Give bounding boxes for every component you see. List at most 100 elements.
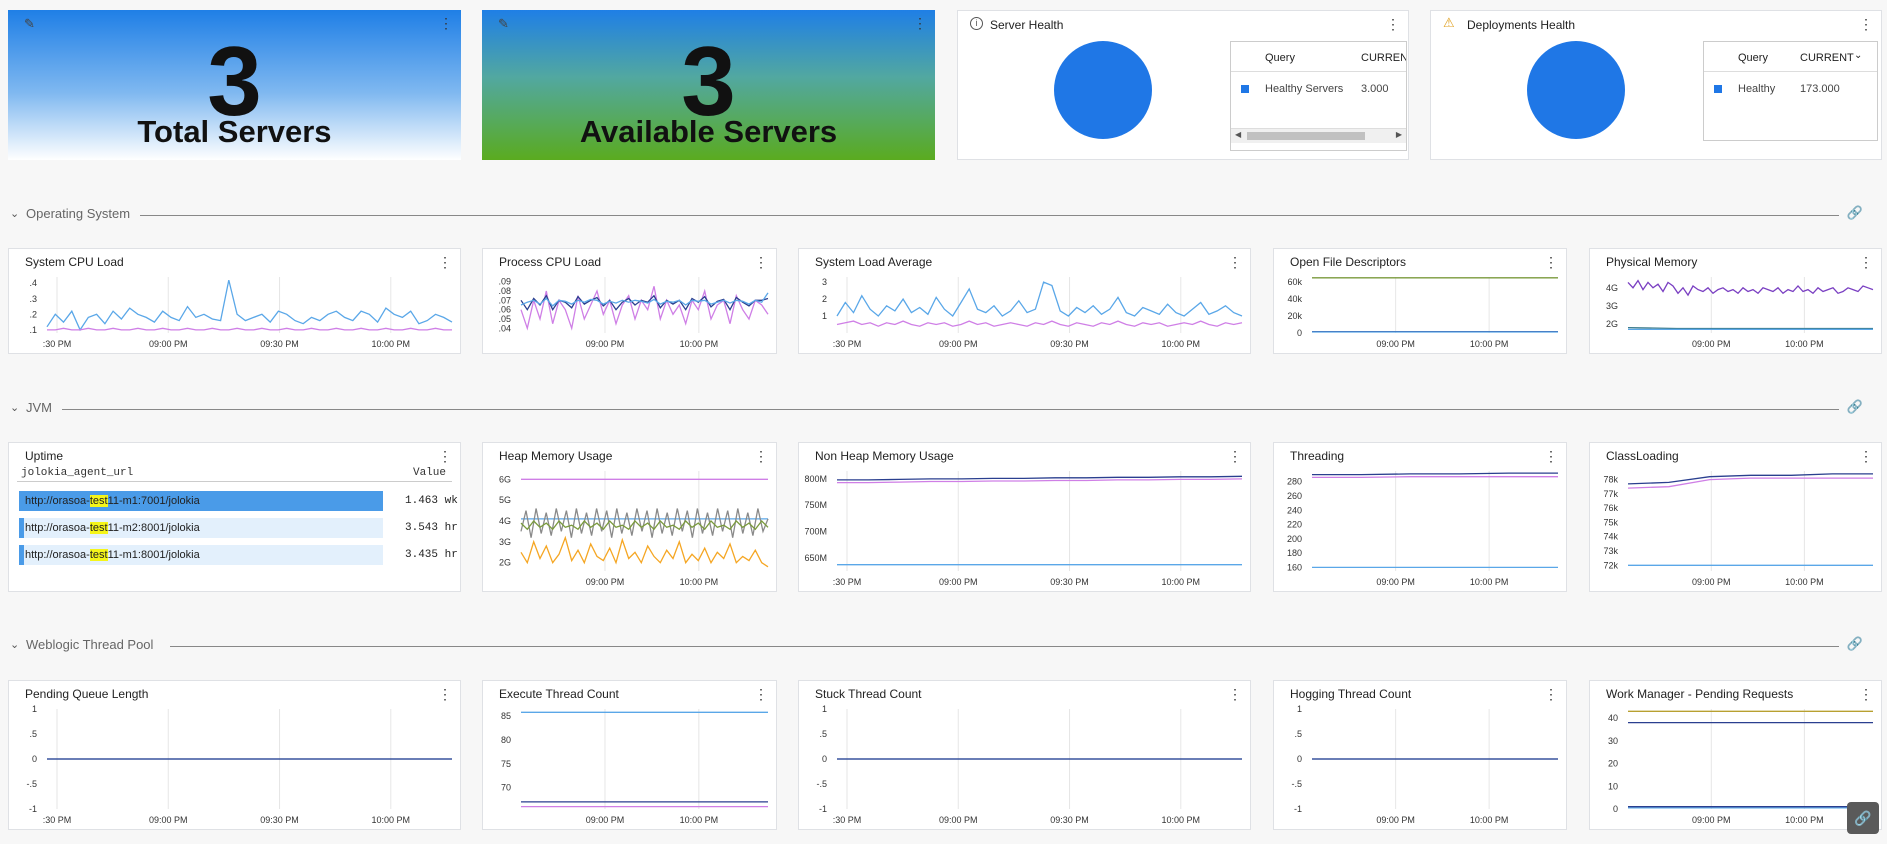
table-row[interactable]: http://orasoa-test11-m1:8001/jolokia 3.4…: [19, 545, 458, 565]
x-tick-label: 09:30 PM: [1050, 339, 1089, 349]
section-header-jvm[interactable]: ⌄ JVM 🔗: [0, 399, 1887, 419]
y-tick-label: 2G: [499, 558, 511, 568]
scroll-right-icon[interactable]: ▶: [1396, 130, 1402, 139]
y-tick-label: .2: [29, 309, 37, 319]
health-legend-table: Query CURRENT Healthy Servers 3.000 ◀ ▶: [1230, 41, 1407, 151]
info-icon: i: [970, 17, 983, 30]
y-tick-label: 74k: [1603, 532, 1618, 542]
x-tick-label: 09:30 PM: [260, 815, 299, 825]
section-title: JVM: [26, 400, 60, 415]
y-tick-label: 2: [822, 294, 827, 304]
more-menu-icon[interactable]: ⋮: [913, 16, 927, 30]
panel-open-file-descriptors: Open File Descriptors ⋮ 09:00 PM 10:00 PM 0 2…: [1273, 248, 1567, 354]
chart-svg: 09:00 PM 10:00 PM 2G 3G 4G 5G 6G: [499, 471, 769, 587]
panel-threading: Threading ⋮ 09:00 PM 10:00 PM 160 180 200 220 24…: [1273, 442, 1567, 592]
y-tick-label: .4: [29, 278, 37, 288]
y-tick-label: 160: [1287, 562, 1302, 572]
more-menu-icon[interactable]: ⋮: [438, 449, 452, 463]
legend-name: Healthy Servers: [1265, 83, 1344, 95]
scrollbar-thumb[interactable]: [1247, 132, 1365, 140]
link-icon[interactable]: 🔗: [1847, 636, 1863, 652]
scroll-left-icon[interactable]: ◀: [1235, 130, 1241, 139]
y-tick-label: 5G: [499, 495, 511, 505]
chart-svg: 09:00 PM 10:00 PM .04.05.06.07.08.09: [498, 277, 769, 349]
chevron-down-icon[interactable]: ⌄: [1854, 50, 1862, 61]
more-menu-icon[interactable]: ⋮: [1859, 17, 1873, 31]
series-line: [520, 535, 769, 568]
legend-value: 3.000: [1361, 83, 1389, 95]
legend-name: Healthy: [1738, 83, 1776, 95]
value-cell: 3.435 hr: [405, 549, 458, 561]
col-header-current[interactable]: CURRENT: [1361, 52, 1406, 64]
series-line: [1312, 476, 1558, 479]
more-menu-icon[interactable]: ⋮: [439, 16, 453, 30]
edit-icon[interactable]: ✎: [498, 16, 509, 32]
panel-execute-thread-count: Execute Thread Count ⋮ 09:00 PM 10:00 PM 70 7…: [482, 680, 777, 830]
section-title: Operating System: [26, 206, 139, 221]
deployments-health-panel: ⚠ Deployments Health ⋮ Query CURRENT ⌄ H…: [1430, 10, 1882, 160]
y-tick-label: .09: [498, 277, 511, 287]
col-header-value[interactable]: Value: [413, 467, 446, 479]
link-icon[interactable]: 🔗: [1847, 399, 1863, 415]
y-tick-label: 60k: [1287, 277, 1302, 287]
x-tick-label: :30 PM: [833, 577, 862, 587]
y-tick-label: .5: [1294, 729, 1302, 739]
stat-label: Available Servers: [579, 114, 838, 149]
y-tick-label: 40: [1608, 713, 1618, 723]
y-tick-label: 10: [1608, 781, 1618, 791]
chart-svg: :30 PM 09:00 PM 09:30 PM 10:00 PM -1 -.5 0 .5 1: [26, 704, 452, 825]
url-suffix: 11-m1:8001/jolokia: [107, 549, 200, 561]
url-prefix: http://orasoa-: [25, 495, 90, 507]
x-tick-label: 10:00 PM: [680, 339, 719, 349]
table-row[interactable]: http://orasoa-test11-m1:7001/jolokia 1.4…: [19, 491, 458, 511]
panel-system-cpu-load: System CPU Load ⋮:30 PM 09:00 PM 09:30 PM 10…: [8, 248, 461, 354]
y-tick-label: -.5: [1291, 779, 1302, 789]
y-tick-label: .05: [498, 314, 511, 324]
panel-title: Server Health: [990, 18, 1064, 32]
y-tick-label: .3: [29, 294, 37, 304]
col-header-query[interactable]: Query: [1738, 52, 1768, 64]
x-tick-label: 09:00 PM: [939, 339, 978, 349]
more-menu-icon[interactable]: ⋮: [1386, 17, 1400, 31]
y-tick-label: -1: [29, 804, 37, 814]
link-icon: 🔗: [1854, 810, 1872, 826]
series-line: [1312, 472, 1558, 476]
x-tick-label: 09:00 PM: [939, 577, 978, 587]
link-icon[interactable]: 🔗: [1847, 205, 1863, 221]
search-highlight: test: [89, 522, 108, 534]
col-header-current[interactable]: CURRENT: [1800, 52, 1854, 64]
chevron-down-icon[interactable]: ⌄: [10, 401, 19, 414]
chart-svg: 09:00 PM 10:00 PM 0 10 20 30 40: [1608, 709, 1873, 825]
y-tick-label: 4G: [1606, 283, 1618, 293]
y-tick-label: 20: [1608, 759, 1618, 769]
x-tick-label: :30 PM: [833, 815, 862, 825]
section-header-os[interactable]: ⌄ Operating System 🔗: [0, 205, 1887, 225]
y-tick-label: 78k: [1603, 475, 1618, 485]
panel-title: Deployments Health: [1467, 18, 1576, 32]
y-tick-label: 180: [1287, 548, 1302, 558]
chart-svg: :30 PM 09:00 PM 09:30 PM 10:00 PM 1 2 3: [822, 277, 1243, 349]
y-tick-label: 800M: [804, 474, 827, 484]
y-tick-label: -1: [1294, 804, 1302, 814]
horizontal-scrollbar[interactable]: ◀ ▶: [1231, 128, 1406, 143]
share-link-button[interactable]: 🔗: [1847, 802, 1879, 834]
table-row[interactable]: http://orasoa-test11-m2:8001/jolokia 3.5…: [19, 518, 458, 538]
x-tick-label: 10:00 PM: [1785, 815, 1824, 825]
y-tick-label: 0: [822, 754, 827, 764]
col-header-url[interactable]: jolokia_agent_url: [21, 467, 133, 479]
chart-svg: 09:00 PM 10:00 PM 2G 3G 4G: [1606, 277, 1874, 349]
x-tick-label: 09:00 PM: [586, 339, 625, 349]
y-tick-label: .07: [498, 295, 511, 305]
x-tick-label: 09:00 PM: [1376, 577, 1415, 587]
y-tick-label: 0: [32, 754, 37, 764]
col-header-query[interactable]: Query: [1265, 52, 1295, 64]
edit-icon[interactable]: ✎: [24, 16, 35, 32]
chevron-down-icon[interactable]: ⌄: [10, 638, 19, 651]
x-tick-label: 09:30 PM: [1050, 577, 1089, 587]
chevron-down-icon[interactable]: ⌄: [10, 207, 19, 220]
section-header-thread-pool[interactable]: ⌄ Weblogic Thread Pool 🔗: [0, 636, 1887, 656]
search-highlight: test: [89, 495, 108, 507]
available-servers-card: ✎ ⋮ 3 Available Servers: [482, 10, 935, 160]
y-tick-label: 700M: [804, 527, 827, 537]
x-tick-label: 09:00 PM: [149, 815, 188, 825]
